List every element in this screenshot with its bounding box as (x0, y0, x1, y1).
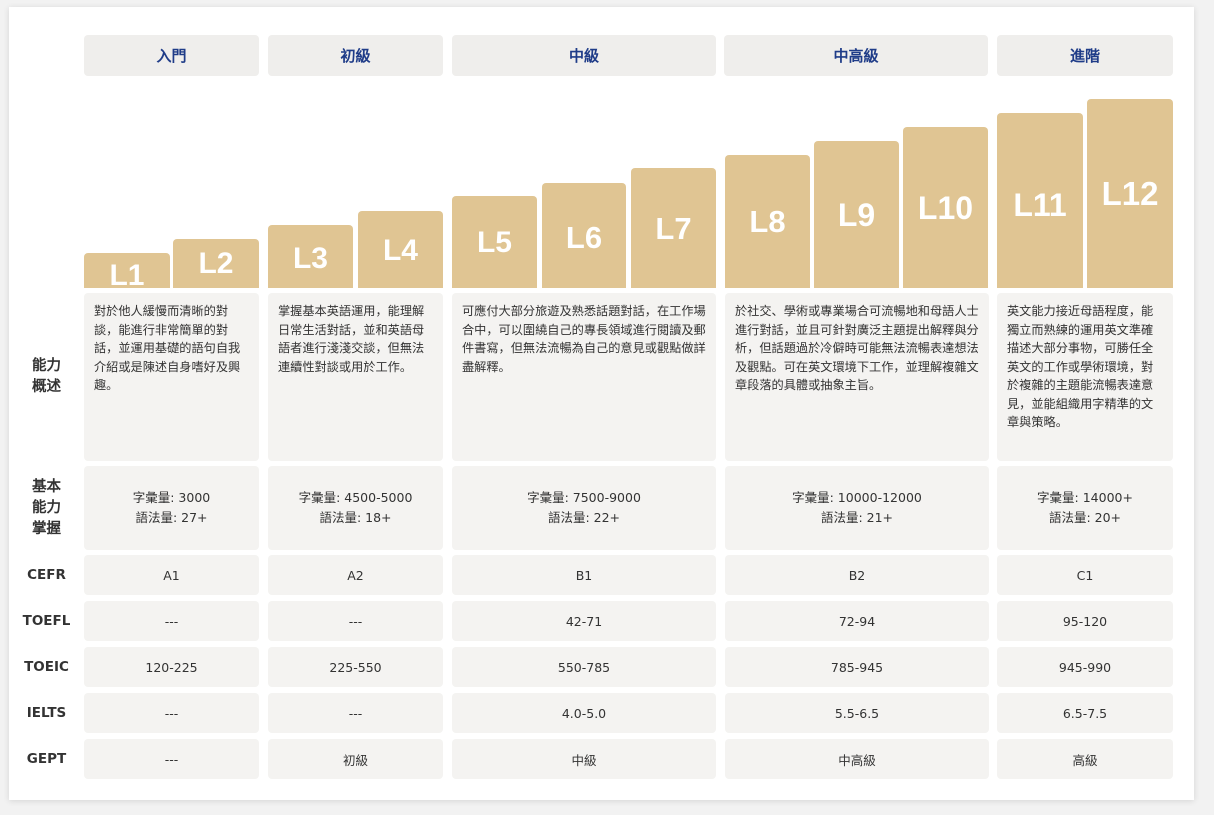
description-cell: 於社交、學術或專業場合可流暢地和母語人士進行對話，並且可針對廣泛主題提出解釋與分… (725, 293, 989, 461)
ielts-cell: 6.5-7.5 (997, 693, 1173, 733)
level-bar-l7: L7 (631, 168, 716, 288)
column-header-beginner: 入門 (84, 35, 259, 76)
grammar-value: 語法量: 18+ (319, 510, 392, 525)
level-label-l10: L10 (917, 190, 974, 226)
toeic-cell: 785-945 (725, 647, 989, 687)
level-label-l2: L2 (198, 247, 234, 280)
ielts-cell: 4.0-5.0 (452, 693, 716, 733)
level-label-l11: L11 (1013, 187, 1067, 223)
toeic-cell: 550-785 (452, 647, 716, 687)
toefl-cell: 95-120 (997, 601, 1173, 641)
toeic-cell: 225-550 (268, 647, 443, 687)
level-bar-l12: L12 (1087, 99, 1173, 288)
row-label-ability: 能力 概述 (9, 293, 84, 461)
level-bar-l6: L6 (542, 183, 626, 288)
row-label-toefl: TOEFL (22, 613, 71, 629)
basic-cell: 字彙量: 10000-12000 語法量: 21+ (725, 466, 989, 550)
cefr-cell: B2 (725, 555, 989, 595)
vocab-value: 字彙量: 10000-12000 (792, 490, 922, 505)
level-label-l4: L4 (382, 234, 418, 267)
description-cell: 可應付大部分旅遊及熟悉話題對話，在工作場合中，可以圍繞自己的專長領域進行閱讀及郵… (452, 293, 716, 461)
row-label-toeic: TOEIC (24, 659, 69, 675)
column-header-intermediate: 中級 (452, 35, 716, 76)
row-label-ielts: IELTS (26, 705, 67, 721)
gept-cell: 高級 (997, 739, 1173, 779)
toefl-cell: 72-94 (725, 601, 989, 641)
description-cell: 掌握基本英語運用，能理解日常生活對話，並和英語母語者進行淺淺交談，但無法連續性對… (268, 293, 443, 461)
column-header-upper-intermediate: 中高級 (724, 35, 988, 76)
basic-cell: 字彙量: 7500-9000 語法量: 22+ (452, 466, 716, 550)
ielts-cell: --- (268, 693, 443, 733)
cefr-cell: A2 (268, 555, 443, 595)
level-label-l3: L3 (292, 242, 328, 275)
level-label-l12: L12 (1101, 175, 1159, 212)
level-bar-l9: L9 (814, 141, 899, 288)
level-label-l7: L7 (655, 211, 692, 246)
row-label-gept: GEPT (26, 751, 67, 767)
row-label-ability-line2: 概述 (32, 379, 61, 395)
row-label-basic-line3: 掌握 (32, 520, 61, 537)
row-label-ability-line1: 能力 (32, 358, 61, 374)
basic-cell: 字彙量: 14000+ 語法量: 20+ (997, 466, 1173, 550)
level-bar-l3: L3 (268, 225, 353, 288)
level-label-l8: L8 (749, 204, 786, 239)
basic-cell: 字彙量: 4500-5000 語法量: 18+ (268, 466, 443, 550)
grammar-value: 語法量: 22+ (547, 510, 621, 525)
level-bar-l10: L10 (903, 127, 988, 288)
row-label-cefr: CEFR (27, 567, 66, 583)
gept-cell: --- (84, 739, 259, 779)
level-bar-l11: L11 (997, 113, 1083, 288)
vocab-value: 字彙量: 14000+ (1037, 490, 1133, 505)
column-header-elementary: 初級 (268, 35, 443, 76)
level-label-l9: L9 (837, 197, 876, 233)
gept-cell: 中級 (452, 739, 716, 779)
level-bar-l1: L1 (84, 253, 170, 292)
level-comparison-card: 入門 初級 中級 中高級 進階 L1 L2 L3 L4 L5 L6 L7 L8 … (9, 7, 1194, 800)
toefl-cell: --- (84, 601, 259, 641)
row-label-basic-line1: 基本 (32, 478, 61, 495)
vocab-value: 字彙量: 3000 (132, 490, 211, 505)
toeic-cell: 945-990 (997, 647, 1173, 687)
level-label-l1: L1 (109, 259, 145, 292)
level-label-l6: L6 (565, 220, 603, 255)
cefr-cell: B1 (452, 555, 716, 595)
column-header-advanced: 進階 (997, 35, 1173, 76)
cefr-cell: C1 (997, 555, 1173, 595)
row-label-basic: 基本 能力 掌握 (9, 466, 84, 550)
grammar-value: 語法量: 20+ (1048, 510, 1122, 525)
description-cell: 英文能力接近母語程度，能獨立而熟練的運用英文準確描述大部分事物，可勝任全英文的工… (997, 293, 1173, 461)
level-bar-l5: L5 (452, 196, 537, 288)
description-cell: 對於他人緩慢而清晰的對談，能進行非常簡單的對話，並運用基礎的語句自我介紹或是陳述… (84, 293, 259, 461)
gept-cell: 初級 (268, 739, 443, 779)
cefr-cell: A1 (84, 555, 259, 595)
ielts-cell: 5.5-6.5 (725, 693, 989, 733)
toeic-cell: 120-225 (84, 647, 259, 687)
level-label-l5: L5 (476, 226, 512, 259)
level-bar-l2: L2 (173, 239, 259, 288)
vocab-value: 字彙量: 4500-5000 (298, 490, 413, 505)
basic-cell: 字彙量: 3000 語法量: 27+ (84, 466, 259, 550)
row-label-basic-line2: 能力 (32, 499, 61, 516)
grammar-value: 語法量: 21+ (820, 510, 894, 525)
level-bar-l8: L8 (725, 155, 810, 288)
vocab-value: 字彙量: 7500-9000 (527, 490, 641, 505)
level-bar-l4: L4 (358, 211, 443, 288)
gept-cell: 中高級 (725, 739, 989, 779)
toefl-cell: --- (268, 601, 443, 641)
ielts-cell: --- (84, 693, 259, 733)
grammar-value: 語法量: 27+ (135, 510, 208, 525)
toefl-cell: 42-71 (452, 601, 716, 641)
